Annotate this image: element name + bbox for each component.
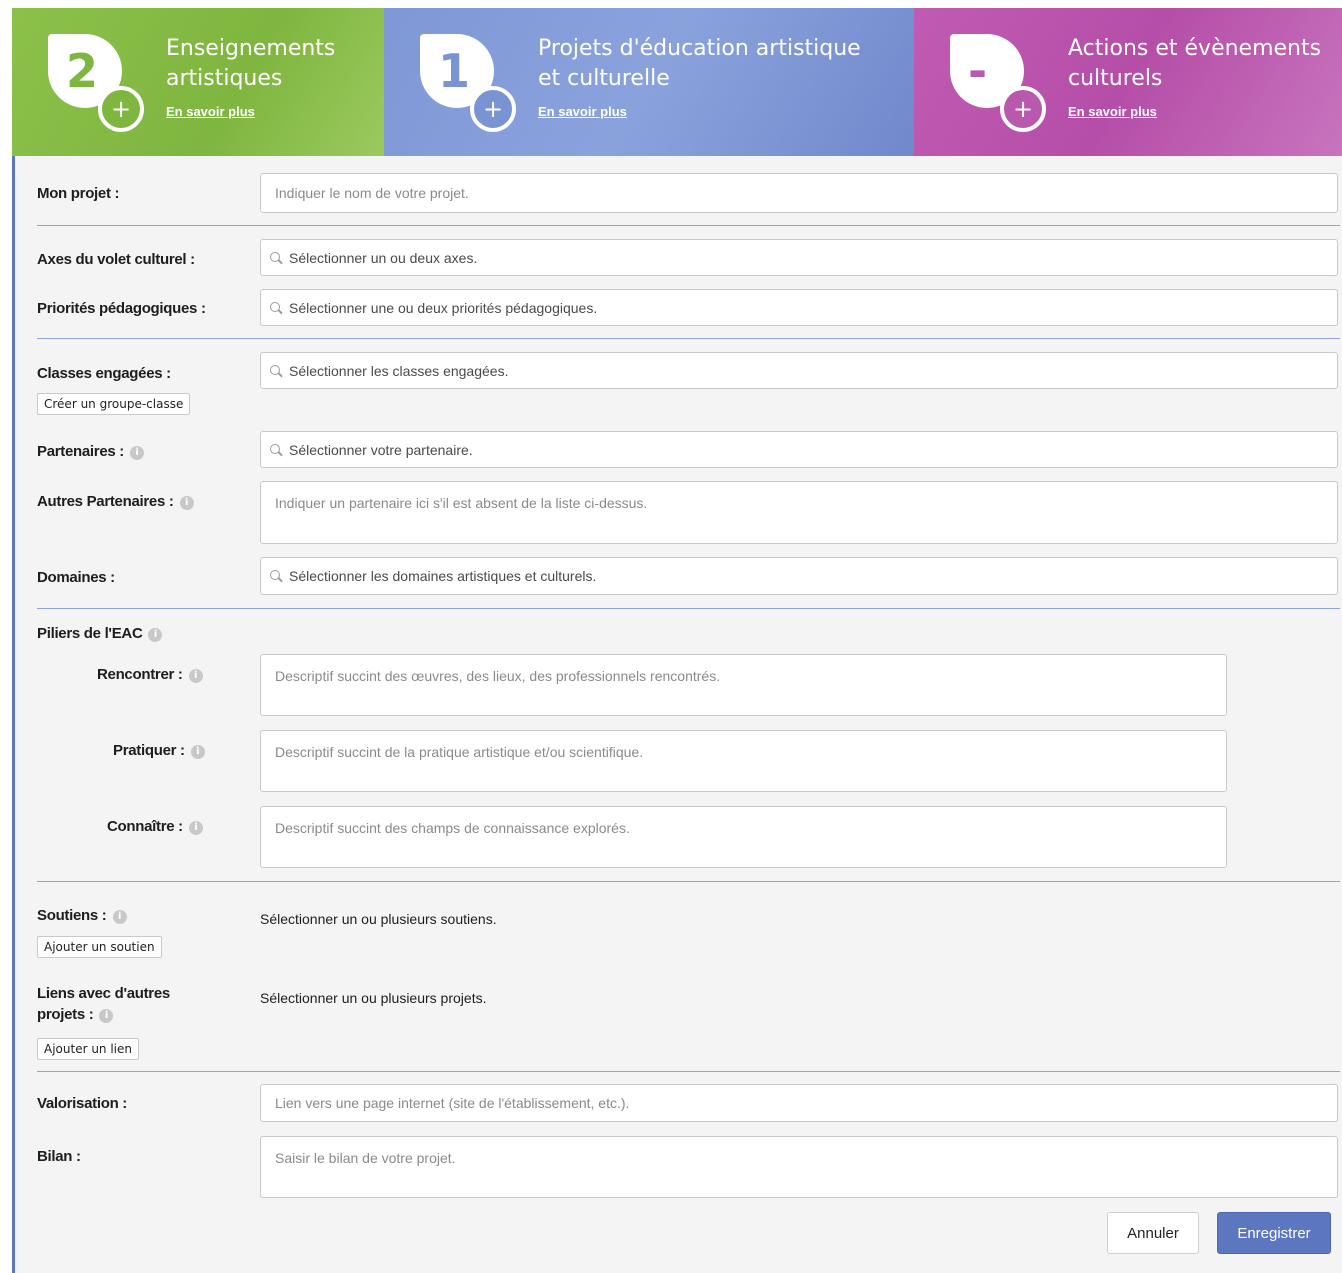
axes-label: Axes du volet culturel : bbox=[37, 251, 195, 268]
piliers-label: Piliers de l'EAC i bbox=[37, 625, 163, 642]
info-icon[interactable]: i bbox=[129, 446, 144, 460]
ajouter-soutien-button[interactable]: Ajouter un soutien bbox=[37, 936, 162, 958]
info-icon[interactable]: i bbox=[188, 821, 203, 835]
tile-title: Projets d'éducation artistique et cultur… bbox=[538, 36, 861, 91]
search-icon bbox=[269, 251, 283, 265]
divider bbox=[37, 881, 1340, 882]
plus-icon[interactable]: + bbox=[1000, 86, 1046, 132]
info-icon[interactable]: i bbox=[179, 496, 194, 510]
tile-projets-eac[interactable]: 1 + Projets d'éducation artistique et cu… bbox=[384, 8, 914, 156]
info-icon[interactable]: i bbox=[188, 669, 203, 683]
info-icon[interactable]: i bbox=[190, 745, 205, 759]
autres-partenaires-textarea[interactable]: Indiquer un partenaire ici s'il est abse… bbox=[260, 481, 1338, 544]
tile-title: Enseignements artistiques bbox=[166, 36, 336, 91]
liens-text[interactable]: Sélectionner un ou plusieurs projets. bbox=[260, 990, 486, 1006]
rencontrer-label: Rencontrer :i bbox=[97, 666, 203, 683]
creer-groupe-classe-button[interactable]: Créer un groupe-classe bbox=[37, 393, 191, 415]
mon-projet-label: Mon projet : bbox=[37, 185, 120, 202]
info-icon[interactable]: i bbox=[148, 628, 163, 642]
connaitre-textarea[interactable]: Descriptif succint des champs de connais… bbox=[260, 806, 1227, 868]
autres-partenaires-label: Autres Partenaires :i bbox=[37, 493, 194, 510]
divider bbox=[37, 338, 1340, 339]
search-icon bbox=[269, 569, 283, 583]
partenaires-label: Partenaires :i bbox=[37, 443, 144, 460]
search-icon bbox=[269, 443, 283, 457]
tile-title: Actions et évènements culturels bbox=[1068, 36, 1322, 91]
axes-select[interactable]: Sélectionner un ou deux axes. bbox=[260, 239, 1338, 276]
ajouter-lien-button[interactable]: Ajouter un lien bbox=[37, 1038, 140, 1060]
en-savoir-plus-link[interactable]: En savoir plus bbox=[166, 104, 255, 119]
valorisation-label: Valorisation : bbox=[37, 1095, 127, 1112]
liens-label: Liens avec d'autres projets :i bbox=[37, 985, 170, 1023]
project-form: Mon projet : Indiquer le nom de votre pr… bbox=[12, 156, 1342, 1273]
plus-icon[interactable]: + bbox=[470, 86, 516, 132]
priorites-label: Priorités pédagogiques : bbox=[37, 300, 206, 317]
domaines-label: Domaines : bbox=[37, 569, 115, 586]
divider bbox=[37, 225, 1340, 226]
mon-projet-input[interactable]: Indiquer le nom de votre projet. bbox=[260, 173, 1338, 213]
soutiens-text[interactable]: Sélectionner un ou plusieurs soutiens. bbox=[260, 911, 497, 927]
plus-icon[interactable]: + bbox=[98, 86, 144, 132]
divider bbox=[37, 608, 1340, 609]
divider bbox=[37, 1071, 1340, 1072]
tile-enseignements[interactable]: 2 + Enseignements artistiques En savoir … bbox=[12, 8, 384, 156]
bilan-label: Bilan : bbox=[37, 1148, 81, 1165]
info-icon[interactable]: i bbox=[112, 910, 127, 924]
en-savoir-plus-link[interactable]: En savoir plus bbox=[538, 104, 627, 119]
search-icon bbox=[269, 364, 283, 378]
soutiens-label: Soutiens :i bbox=[37, 907, 127, 924]
bilan-textarea[interactable]: Saisir le bilan de votre projet. bbox=[260, 1136, 1338, 1198]
pratiquer-textarea[interactable]: Descriptif succint de la pratique artist… bbox=[260, 730, 1227, 792]
info-icon[interactable]: i bbox=[99, 1009, 114, 1023]
cancel-button[interactable]: Annuler bbox=[1107, 1212, 1199, 1254]
header-tiles: 2 + Enseignements artistiques En savoir … bbox=[12, 8, 1342, 156]
domaines-select[interactable]: Sélectionner les domaines artistiques et… bbox=[260, 557, 1338, 595]
rencontrer-textarea[interactable]: Descriptif succint des œuvres, des lieux… bbox=[260, 654, 1227, 716]
valorisation-input[interactable]: Lien vers une page internet (site de l'é… bbox=[260, 1084, 1338, 1122]
priorites-select[interactable]: Sélectionner une ou deux priorités pédag… bbox=[260, 289, 1338, 326]
pratiquer-label: Pratiquer :i bbox=[113, 742, 205, 759]
save-button[interactable]: Enregistrer bbox=[1217, 1212, 1331, 1254]
classes-select[interactable]: Sélectionner les classes engagées. bbox=[260, 352, 1338, 389]
search-icon bbox=[269, 301, 283, 315]
classes-label: Classes engagées : bbox=[37, 365, 171, 382]
en-savoir-plus-link[interactable]: En savoir plus bbox=[1068, 104, 1157, 119]
partenaires-select[interactable]: Sélectionner votre partenaire. bbox=[260, 431, 1338, 468]
connaitre-label: Connaître :i bbox=[107, 818, 203, 835]
tile-actions-evenements[interactable]: - + Actions et évènements culturels En s… bbox=[914, 8, 1342, 156]
